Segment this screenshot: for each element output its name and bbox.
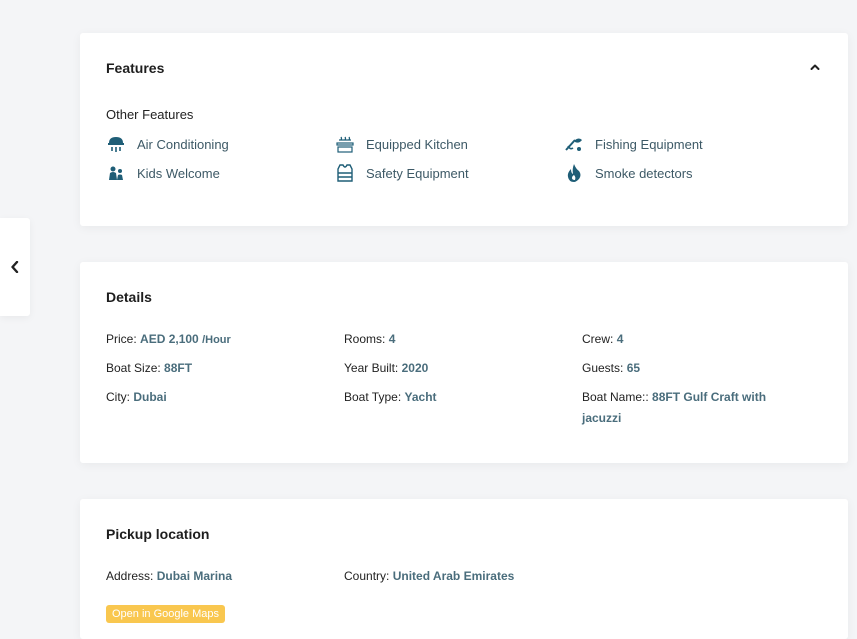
detail-year-built: Year Built: 2020 — [344, 358, 428, 379]
detail-crew: Crew: 4 — [582, 329, 623, 350]
detail-unit: /Hour — [202, 334, 231, 346]
feature-label: Air Conditioning — [137, 136, 229, 152]
details-card: Details Price: AED 2,100 /Hour Rooms: 4 … — [80, 262, 848, 463]
feature-fishing-equipment: Fishing Equipment — [564, 134, 703, 154]
detail-label: Price: — [106, 332, 137, 346]
detail-value: 2020 — [401, 361, 429, 375]
feature-air-conditioning: Air Conditioning — [106, 134, 229, 154]
fishing-icon — [564, 134, 584, 154]
detail-label: Boat Type: — [344, 390, 402, 404]
detail-price: Price: AED 2,100 /Hour — [106, 329, 231, 351]
detail-value: Yacht — [404, 390, 437, 404]
open-google-maps-button[interactable]: Open in Google Maps — [106, 605, 226, 623]
feature-label: Safety Equipment — [366, 165, 469, 181]
detail-value: 4 — [388, 332, 396, 346]
features-title: Features — [106, 60, 165, 76]
kids-icon — [106, 163, 126, 183]
detail-boat-size: Boat Size: 88FT — [106, 358, 192, 379]
feature-safety-equipment: Safety Equipment — [335, 163, 469, 183]
detail-label: Rooms: — [344, 332, 386, 346]
detail-rooms: Rooms: 4 — [344, 329, 395, 350]
detail-label: Boat Size: — [106, 361, 161, 375]
features-card: Features Other Features Air Conditioning… — [80, 33, 848, 226]
detail-guests: Guests: 65 — [582, 358, 640, 379]
detail-value: Dubai Marina — [156, 569, 233, 583]
pickup-country: Country: United Arab Emirates — [344, 566, 514, 587]
chevron-up-icon — [810, 64, 820, 70]
detail-label: City: — [106, 390, 130, 404]
details-title: Details — [106, 289, 152, 305]
detail-boat-type: Boat Type: Yacht — [344, 387, 437, 408]
detail-label: Address: — [106, 569, 154, 583]
detail-boat-name: Boat Name:: 88FT Gulf Craft with jacuzzi — [582, 387, 782, 429]
sidebar-toggle-tab[interactable] — [0, 218, 30, 316]
detail-value: Dubai — [133, 390, 167, 404]
pickup-address: Address: Dubai Marina — [106, 566, 232, 587]
kitchen-icon — [335, 134, 355, 154]
other-features-heading: Other Features — [106, 107, 194, 122]
feature-label: Equipped Kitchen — [366, 136, 468, 152]
life-vest-icon — [335, 163, 355, 183]
pickup-title: Pickup location — [106, 526, 210, 542]
detail-value: 88FT — [164, 361, 193, 375]
feature-smoke-detectors: Smoke detectors — [564, 163, 693, 183]
features-collapse-toggle[interactable] — [808, 60, 822, 74]
detail-label: Year Built: — [344, 361, 399, 375]
feature-label: Kids Welcome — [137, 165, 220, 181]
feature-label: Smoke detectors — [595, 165, 693, 181]
feature-label: Fishing Equipment — [595, 136, 703, 152]
detail-label: Guests: — [582, 361, 624, 375]
detail-label: Country: — [344, 569, 390, 583]
feature-equipped-kitchen: Equipped Kitchen — [335, 134, 468, 154]
detail-value: 4 — [616, 332, 624, 346]
detail-label: Boat Name:: — [582, 390, 649, 404]
detail-city: City: Dubai — [106, 387, 167, 408]
air-conditioning-icon — [106, 134, 126, 154]
detail-value: 65 — [626, 361, 641, 375]
flame-icon — [564, 163, 584, 183]
chevron-left-icon — [11, 261, 19, 273]
feature-kids-welcome: Kids Welcome — [106, 163, 220, 183]
detail-label: Crew: — [582, 332, 614, 346]
detail-value: AED 2,100 — [140, 332, 199, 346]
detail-value: United Arab Emirates — [392, 569, 515, 583]
pickup-location-card: Pickup location Address: Dubai Marina Co… — [80, 499, 848, 639]
